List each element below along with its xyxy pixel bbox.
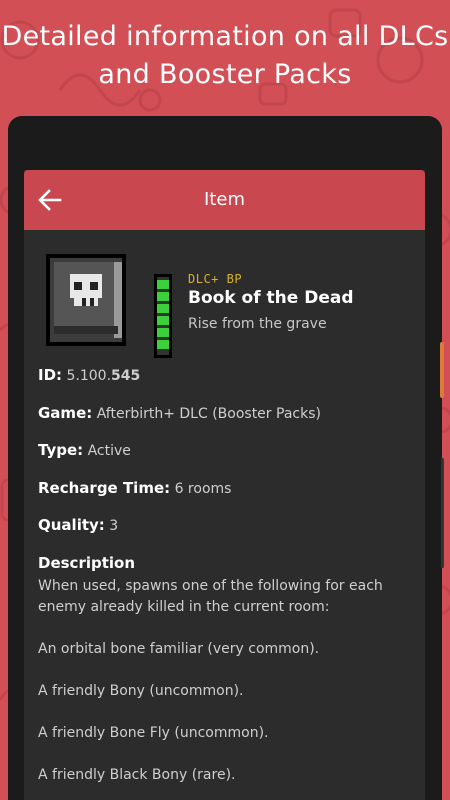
type-row: Type: Active (38, 439, 413, 477)
description-title: Description (38, 553, 136, 572)
dlc-tag: DLC+ BP (188, 272, 243, 286)
id-value-prefix: 5.100. (66, 368, 112, 384)
promo-headline-text: Detailed information on all DLCs and Boo… (1, 21, 449, 90)
description-paragraph: An orbital bone familiar (very common). (38, 640, 320, 657)
quality-value: 3 (109, 518, 119, 534)
game-value: Afterbirth+ DLC (Booster Packs) (96, 405, 321, 422)
id-value-suffix: 545 (111, 368, 141, 384)
app-bar: Item (24, 170, 425, 230)
item-card: DLC+ BP Book of the Dead Rise from the g… (28, 232, 421, 800)
id-row: ID: 5.100.545 (38, 364, 413, 402)
quality-row: Quality: 3 (38, 514, 413, 552)
promo-headline: Detailed information on all DLCs and Boo… (0, 18, 450, 94)
type-label: Type: (38, 441, 84, 459)
description-paragraph: A friendly Bone Fly (uncommon). (38, 724, 269, 741)
description-paragraph: When used, spawns one of the following f… (38, 577, 383, 615)
id-label: ID: (38, 366, 63, 384)
item-header: DLC+ BP Book of the Dead Rise from the g… (42, 250, 412, 360)
item-name: Book of the Dead (188, 288, 354, 308)
quality-label: Quality: (38, 516, 105, 534)
description-paragraph: A friendly Bony (uncommon). (38, 682, 244, 699)
item-tagline: Rise from the grave (188, 316, 327, 332)
phone-side-button (441, 458, 444, 568)
app-bar-title: Item (204, 189, 245, 210)
game-row: Game: Afterbirth+ DLC (Booster Packs) (38, 402, 413, 440)
recharge-row: Recharge Time: 6 rooms (38, 477, 413, 515)
charge-bar (154, 274, 172, 358)
id-value: 5.100.545 (66, 368, 140, 384)
recharge-value: 6 rooms (174, 480, 232, 497)
description-paragraph: A friendly Black Bony (rare). (38, 766, 236, 783)
phone-side-button-orange (440, 342, 444, 398)
game-label: Game: (38, 403, 93, 422)
item-details: ID: 5.100.545 Game: Afterbirth+ DLC (Boo… (38, 364, 413, 786)
recharge-label: Recharge Time: (38, 478, 171, 497)
type-value: Active (87, 443, 131, 459)
app-screen: Item DLC+ BP Book of the Dead Rise from … (24, 170, 425, 800)
book-of-the-dead-icon (46, 254, 126, 346)
